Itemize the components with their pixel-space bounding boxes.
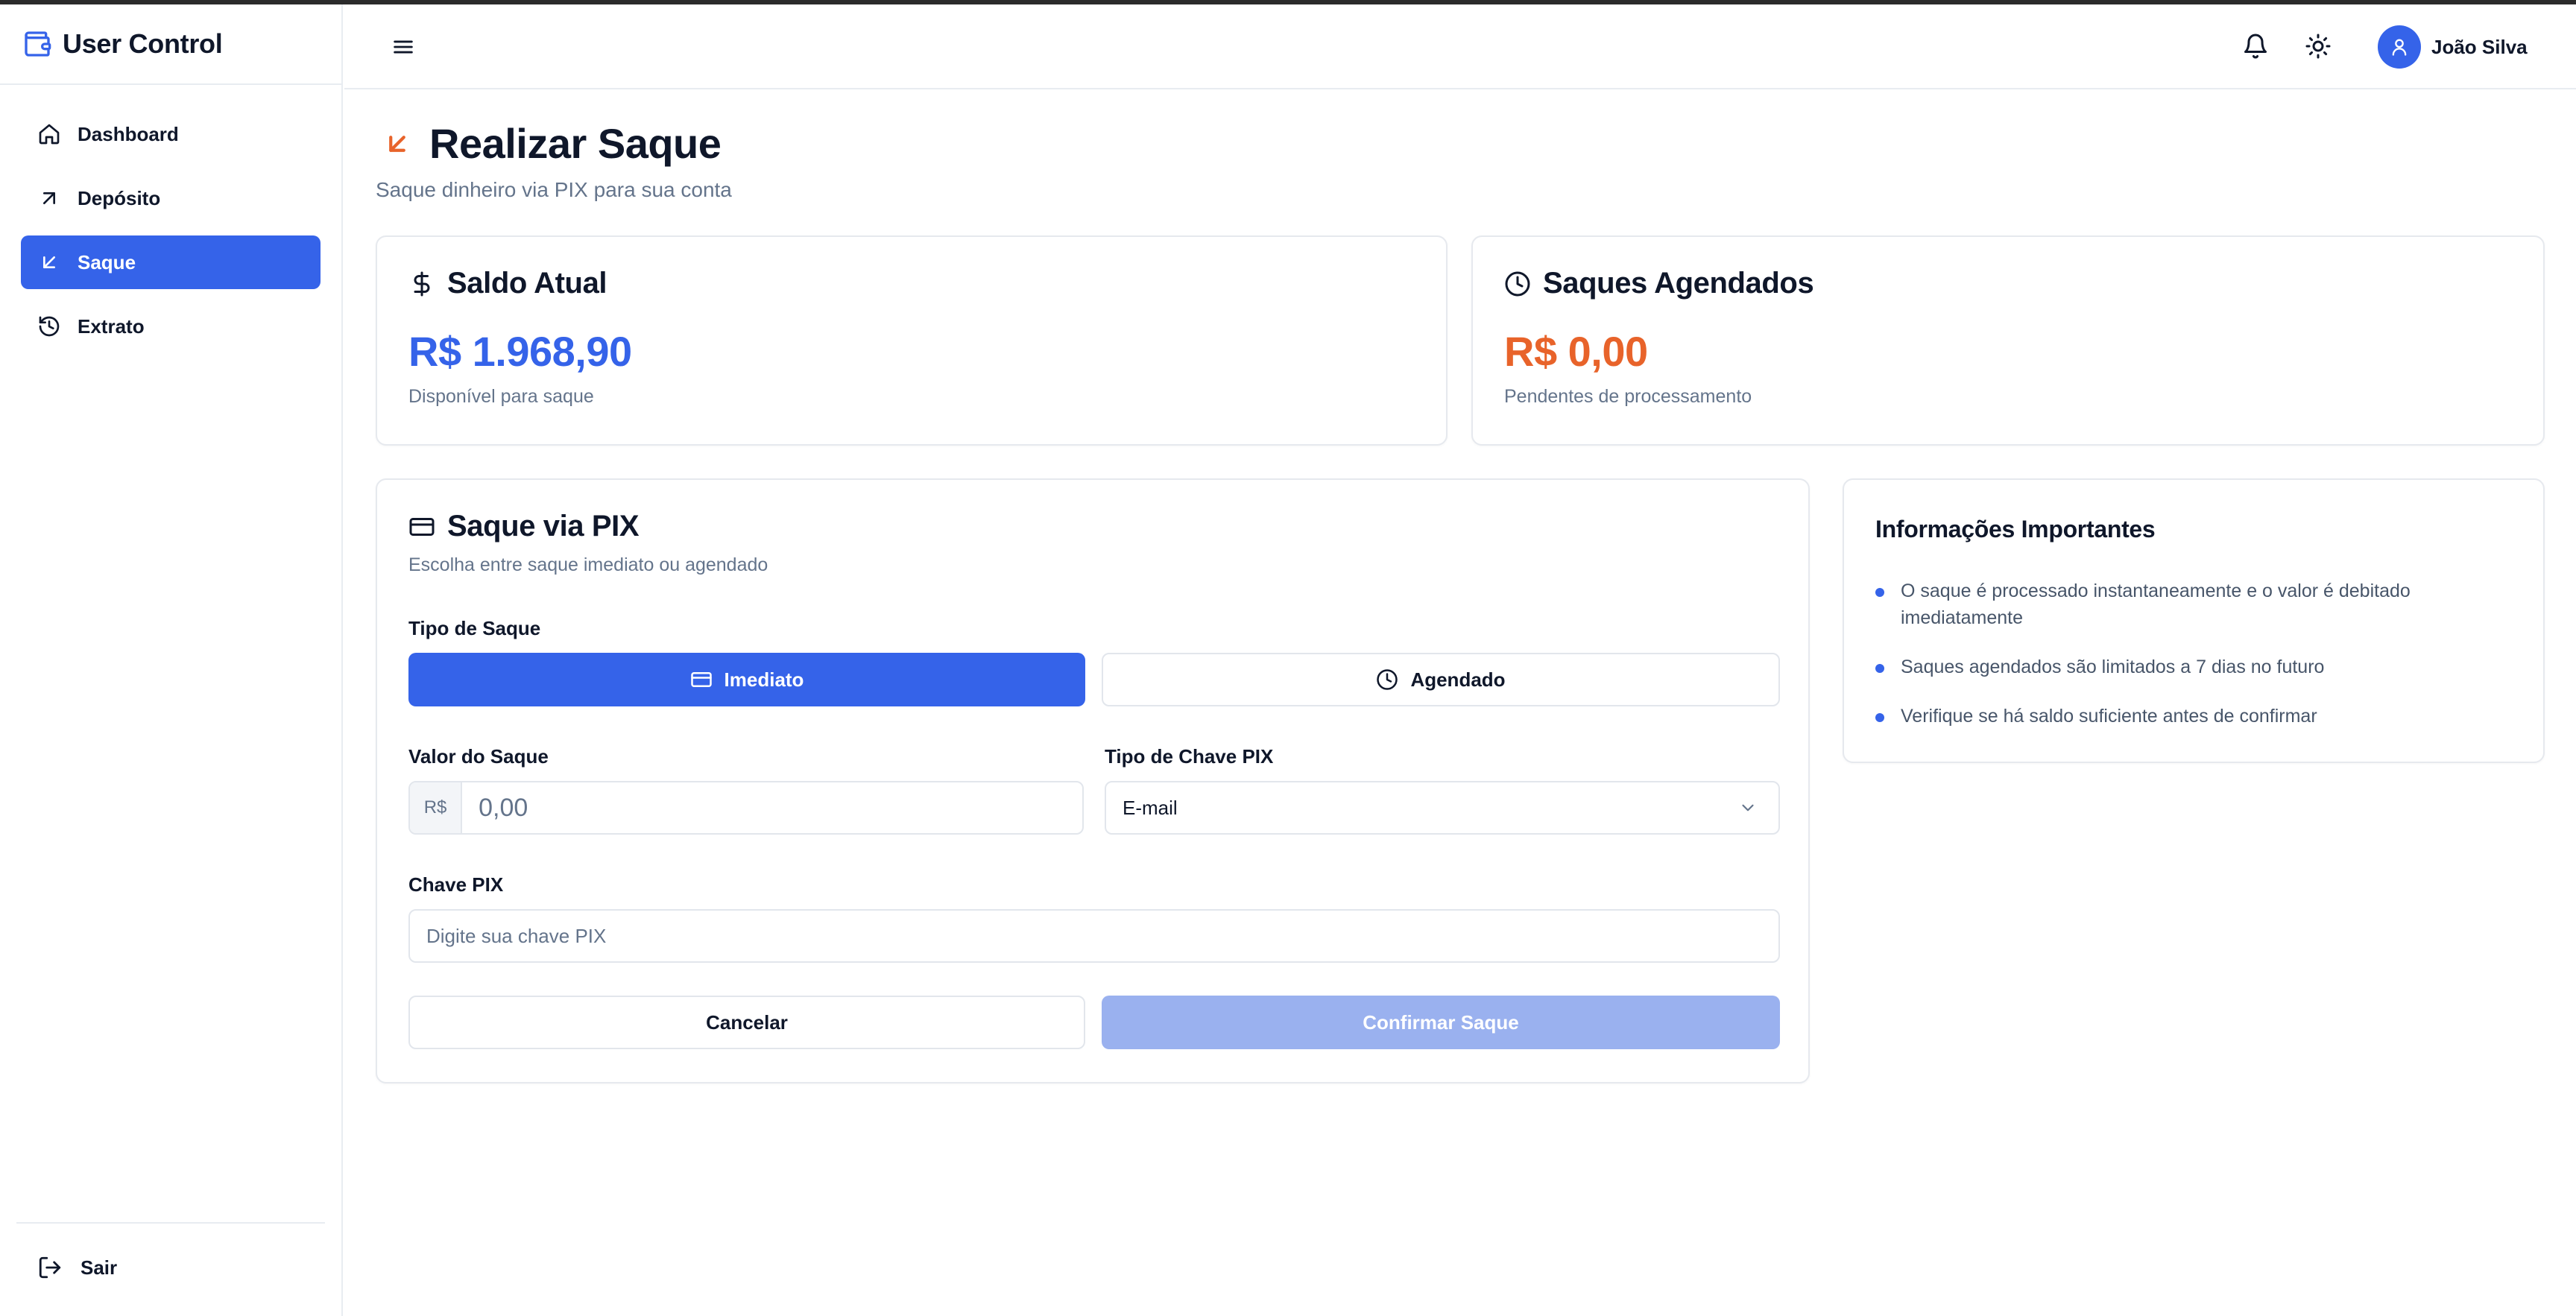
info-title: Informações Importantes xyxy=(1875,516,2156,542)
bullet-dot xyxy=(1875,664,1884,673)
scheduled-option-label: Agendado xyxy=(1410,668,1506,691)
user-icon xyxy=(2392,39,2407,56)
top-header: João Silva xyxy=(344,4,2576,89)
sidebar-item-deposito[interactable]: Depósito xyxy=(21,171,321,225)
sidebar-item-label: Depósito xyxy=(78,186,161,209)
pix-key-type-select[interactable]: E-mail xyxy=(1105,781,1780,835)
scheduled-description: Pendentes de processamento xyxy=(1504,386,1752,407)
form-subtitle: Escolha entre saque imediato ou agendado xyxy=(408,554,768,575)
arrow-down-left-icon xyxy=(389,135,405,152)
info-text: Saques agendados são limitados a 7 dias … xyxy=(1901,657,2325,677)
pix-key-type-label: Tipo de Chave PIX xyxy=(1105,745,1274,768)
amount-input[interactable] xyxy=(462,782,1082,833)
chevron-down-icon xyxy=(1742,804,1754,812)
sidebar: User Control Dashboard Depósito Saque Ex… xyxy=(0,4,343,1316)
scheduled-value: R$ 0,00 xyxy=(1504,328,1648,375)
sidebar-footer: Sair xyxy=(16,1222,325,1316)
arrow-up-right-icon xyxy=(42,192,55,204)
app-title: User Control xyxy=(63,28,223,59)
info-text: O saque é processado instantaneamente e … xyxy=(1901,581,2411,628)
scheduled-title: Saques Agendados xyxy=(1543,267,1814,300)
info-text: Verifique se há saldo suficiente antes d… xyxy=(1901,706,2317,727)
scheduled-option[interactable]: Agendado xyxy=(1102,653,1780,706)
bullet-dot xyxy=(1875,588,1884,597)
bell-icon[interactable] xyxy=(2242,33,2269,60)
info-card: Informações Importantes O saque é proces… xyxy=(1843,478,2545,763)
page-header: Realizar Saque xyxy=(382,119,2545,168)
sidebar-item-label: Extrato xyxy=(78,314,145,338)
wallet-icon xyxy=(25,31,51,57)
sidebar-item-label: Saque xyxy=(78,250,136,273)
sidebar-item-extrato[interactable]: Extrato xyxy=(21,300,321,353)
list-item: Verifique se há saldo suficiente antes d… xyxy=(1875,703,2512,730)
avatar xyxy=(2378,25,2421,69)
scheduled-card: Saques Agendados R$ 0,00 Pendentes de pr… xyxy=(1471,235,2545,446)
home-icon xyxy=(39,124,60,145)
cancel-button[interactable]: Cancelar xyxy=(408,996,1085,1049)
balance-title: Saldo Atual xyxy=(447,267,607,300)
user-menu[interactable]: João Silva xyxy=(2378,25,2528,69)
pix-key-input[interactable] xyxy=(410,911,1778,961)
immediate-option-label: Imediato xyxy=(724,668,804,691)
logout-icon xyxy=(39,1256,61,1279)
menu-icon[interactable] xyxy=(391,34,416,60)
balance-card: Saldo Atual R$ 1.968,90 Disponível para … xyxy=(376,235,1448,446)
list-item: O saque é processado instantaneamente e … xyxy=(1875,578,2512,631)
clock-icon xyxy=(1377,669,1398,690)
page-subtitle: Saque dinheiro via PIX para sua conta xyxy=(376,178,732,201)
sidebar-item-label: Dashboard xyxy=(78,122,179,145)
withdraw-type-label: Tipo de Saque xyxy=(408,617,541,639)
pix-key-field xyxy=(408,909,1780,963)
clock-icon xyxy=(1505,271,1530,296)
logout-label: Sair xyxy=(80,1256,118,1279)
credit-card-icon xyxy=(409,517,435,536)
logout-button[interactable]: Sair xyxy=(37,1255,117,1280)
bullet-dot xyxy=(1875,713,1884,722)
sidebar-nav: Dashboard Depósito Saque Extrato xyxy=(0,85,341,353)
balance-value: R$ 1.968,90 xyxy=(408,328,632,375)
form-title: Saque via PIX xyxy=(447,510,640,542)
pix-key-type-value: E-mail xyxy=(1123,796,1178,819)
sidebar-item-dashboard[interactable]: Dashboard xyxy=(21,107,321,161)
main-content: Realizar Saque Saque dinheiro via PIX pa… xyxy=(376,119,2545,202)
info-list: O saque é processado instantaneamente e … xyxy=(1875,578,2512,730)
pix-key-label: Chave PIX xyxy=(408,873,504,896)
amount-label: Valor do Saque xyxy=(408,745,549,768)
balance-description: Disponível para saque xyxy=(408,386,594,407)
pix-withdraw-card: Saque via PIX Escolha entre saque imedia… xyxy=(376,478,1810,1084)
list-item: Saques agendados são limitados a 7 dias … xyxy=(1875,654,2512,680)
history-icon xyxy=(39,316,60,337)
user-name: João Silva xyxy=(2431,35,2528,58)
page-title: Realizar Saque xyxy=(429,120,722,167)
sun-icon[interactable] xyxy=(2305,33,2332,60)
credit-card-icon xyxy=(690,672,712,687)
dollar-sign-icon xyxy=(414,271,430,296)
arrow-down-left-icon xyxy=(42,256,55,268)
brand[interactable]: User Control xyxy=(0,4,341,85)
sidebar-item-saque[interactable]: Saque xyxy=(21,235,321,289)
confirm-withdraw-button[interactable]: Confirmar Saque xyxy=(1102,996,1780,1049)
amount-field: R$ xyxy=(408,781,1084,835)
immediate-option[interactable]: Imediato xyxy=(408,653,1085,706)
currency-prefix: R$ xyxy=(410,782,463,833)
